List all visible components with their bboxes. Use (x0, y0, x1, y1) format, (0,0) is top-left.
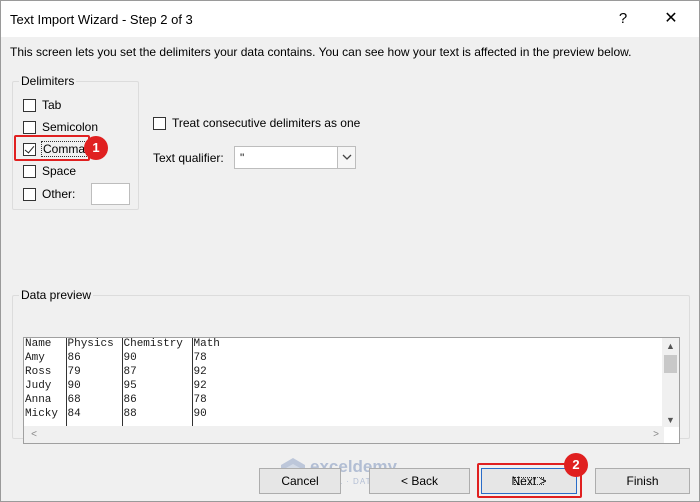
tab-label: Tab (42, 98, 62, 112)
delimiter-tab-option[interactable]: Tab (23, 97, 61, 113)
table-cell: 79 (66, 366, 123, 380)
title-bar: Text Import Wizard - Step 2 of 3 ? ✕ (1, 1, 699, 37)
finish-button[interactable]: Finish (595, 468, 690, 494)
table-cell: Chemistry (122, 338, 193, 352)
table-cell: Anna (24, 394, 67, 408)
close-button[interactable]: ✕ (661, 9, 681, 29)
table-row: Amy 86 90 78 (24, 352, 232, 366)
table-cell: Math (193, 338, 220, 350)
scroll-up-icon[interactable]: ▲ (662, 339, 679, 353)
delimiter-space-option[interactable]: Space (23, 163, 76, 179)
table-cell: 78 (193, 394, 207, 406)
data-preview-group: Data preview Name Physics Chemistry Math… (12, 288, 690, 444)
table-cell: 78 (193, 352, 207, 364)
table-cell: Name (24, 338, 67, 352)
comma-highlight-box (14, 135, 90, 161)
treat-consecutive-checkbox[interactable] (153, 116, 166, 130)
table-cell: 86 (122, 394, 193, 408)
text-import-wizard-dialog: Text Import Wizard - Step 2 of 3 ? ✕ Thi… (0, 0, 700, 502)
table-cell: 90 (122, 352, 193, 366)
table-cell: 84 (66, 408, 123, 422)
scroll-right-icon[interactable]: > (648, 426, 664, 443)
semicolon-label: Semicolon (42, 120, 99, 134)
table-cell: 90 (66, 380, 123, 394)
table-cell: Micky (24, 408, 67, 422)
table-cell: 92 (193, 380, 207, 392)
other-checkbox[interactable] (23, 187, 36, 201)
table-row: Judy 90 95 92 (24, 380, 232, 394)
other-label: Other: (42, 187, 76, 201)
scroll-left-icon[interactable]: < (26, 426, 42, 443)
table-cell: 86 (66, 352, 123, 366)
cancel-button[interactable]: Cancel (259, 468, 341, 494)
back-button[interactable]: < Back (369, 468, 470, 494)
delimiters-group-label: Delimiters (19, 74, 77, 88)
semicolon-checkbox[interactable] (23, 120, 36, 134)
text-qualifier-label: Text qualifier: (153, 151, 224, 165)
text-qualifier-select[interactable]: " (234, 146, 356, 169)
space-checkbox[interactable] (23, 164, 36, 178)
vertical-scrollbar[interactable]: ▲ ▼ (662, 338, 679, 427)
table-cell: 95 (122, 380, 193, 394)
table-row: Anna 68 86 78 (24, 394, 232, 408)
step-badge-1: 1 (84, 136, 108, 160)
table-row: Micky 84 88 90 (24, 408, 232, 422)
table-cell: 88 (122, 408, 193, 422)
text-qualifier-value: " (240, 151, 245, 165)
data-preview-pane: Name Physics Chemistry Math Amy 86 90 78… (23, 337, 680, 444)
horizontal-scrollbar[interactable]: < > (24, 426, 664, 443)
help-button[interactable]: ? (613, 9, 633, 29)
delimiter-other-option[interactable]: Other: (23, 186, 75, 202)
step-badge-2: 2 (564, 453, 588, 477)
table-cell: Amy (24, 352, 67, 366)
chevron-down-icon[interactable] (337, 147, 355, 168)
table-cell: 92 (193, 366, 207, 378)
table-cell: Physics (66, 338, 123, 352)
table-cell: Ross (24, 366, 67, 380)
treat-consecutive-label: Treat consecutive delimiters as one (172, 116, 361, 130)
tab-checkbox[interactable] (23, 98, 36, 112)
vertical-scroll-thumb[interactable] (664, 355, 677, 373)
table-cell: 87 (122, 366, 193, 380)
scroll-down-icon[interactable]: ▼ (662, 413, 679, 427)
table-cell: Judy (24, 380, 67, 394)
treat-consecutive-option[interactable]: Treat consecutive delimiters as one (153, 116, 360, 130)
window-title: Text Import Wizard - Step 2 of 3 (10, 12, 193, 27)
delimiter-semicolon-option[interactable]: Semicolon (23, 119, 98, 135)
space-label: Space (42, 164, 77, 178)
table-cell: 68 (66, 394, 123, 408)
instructions-text: This screen lets you set the delimiters … (10, 45, 632, 59)
table-row: Name Physics Chemistry Math (24, 338, 232, 352)
table-cell: 90 (193, 408, 207, 420)
table-row: Ross 79 87 92 (24, 366, 232, 380)
data-preview-label: Data preview (19, 288, 94, 302)
other-delimiter-input[interactable] (91, 183, 130, 205)
